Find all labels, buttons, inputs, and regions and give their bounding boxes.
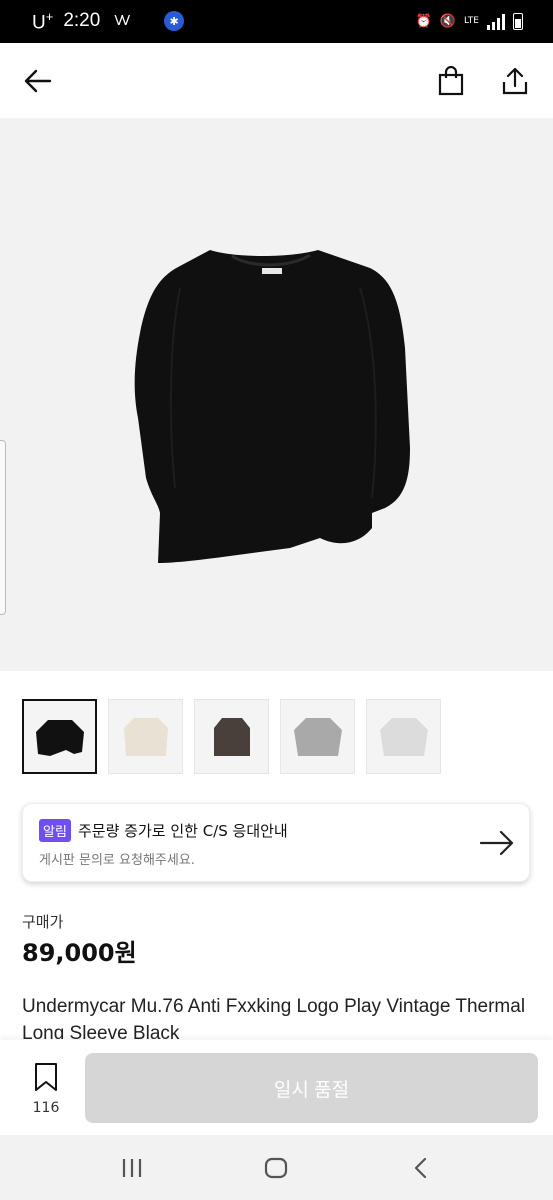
share-button[interactable] [497,63,533,99]
notice-title: 주문량 증가로 인한 C/S 응대안내 [78,822,288,840]
side-drawer-handle[interactable] [0,440,6,615]
wave-icon: VV [114,13,130,29]
thumbnail-1[interactable] [22,699,97,774]
price-value: 89,000원 [22,939,137,967]
thumbnail-sweater-image [213,717,250,756]
shopping-bag-button[interactable] [433,63,469,99]
nav-back-icon [414,1157,426,1178]
recents-icon [123,1158,142,1177]
status-time: 2:20 [63,10,101,32]
recents-button[interactable] [112,1148,152,1188]
notice-banner[interactable]: 알림 주문량 증가로 인한 C/S 응대안내 게시판 문의로 요청해주세요. [22,803,530,882]
arrow-left-icon [24,69,52,93]
back-button[interactable] [20,63,56,99]
thumbnail-4[interactable] [280,699,355,774]
status-bar: U+ 2:20 VV ✱ ⏰ 🔇 LTE [0,0,553,43]
bookmark-button[interactable]: 116 [22,1062,70,1116]
product-image[interactable] [0,118,553,671]
top-app-bar [0,43,553,118]
home-button[interactable] [256,1148,296,1188]
lte-label: LTE [464,16,479,26]
shopping-bag-icon [438,66,464,96]
home-icon [265,1157,288,1178]
signal-icon [487,13,505,30]
thumbnail-strip [22,699,441,774]
system-nav-bar [0,1135,553,1200]
thumbnail-3[interactable] [194,699,269,774]
product-title: Undermycar Mu.76 Anti Fxxking Logo Play … [22,996,526,1039]
alarm-icon: ⏰ [415,14,432,29]
thumbnail-sweater-image [379,717,428,756]
share-icon [502,67,528,95]
notice-badge: 알림 [39,819,71,842]
price-label: 구매가 [22,913,64,931]
notice-subtitle: 게시판 문의로 요청해주세요. [39,853,195,868]
thumbnail-sweater-image [293,717,342,756]
sold-out-button[interactable]: 일시 품절 [85,1053,538,1123]
app-notification-icon: ✱ [164,11,185,32]
nav-back-button[interactable] [401,1148,441,1188]
thumbnail-sweater-image [123,717,168,756]
arrow-right-icon [479,830,514,856]
mute-icon: 🔇 [439,14,457,29]
bookmark-icon [35,1063,57,1091]
sweater-image [134,250,410,563]
thumbnail-sweater-image [35,719,84,756]
thumbnail-2[interactable] [108,699,183,774]
bottom-action-bar: 116 일시 품절 [0,1040,553,1135]
battery-icon [513,13,523,30]
bookmark-count: 116 [32,1100,60,1116]
thumbnail-5[interactable] [366,699,441,774]
carrier-label: U+ [32,8,54,34]
